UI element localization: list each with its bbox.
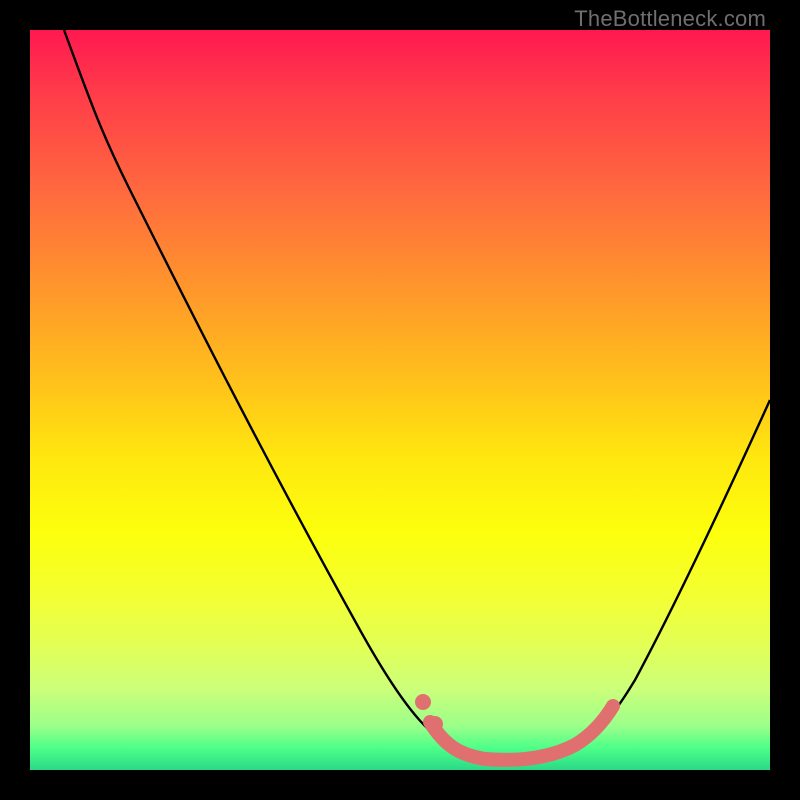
chart-frame: TheBottleneck.com — [0, 0, 800, 800]
highlight-band-path — [430, 706, 613, 760]
watermark-text: TheBottleneck.com — [574, 6, 766, 32]
plot-area — [30, 30, 770, 770]
highlight-dot-1 — [415, 694, 431, 710]
highlight-dot-2 — [427, 716, 443, 732]
bottleneck-curve — [30, 30, 770, 770]
curve-path — [64, 30, 770, 758]
